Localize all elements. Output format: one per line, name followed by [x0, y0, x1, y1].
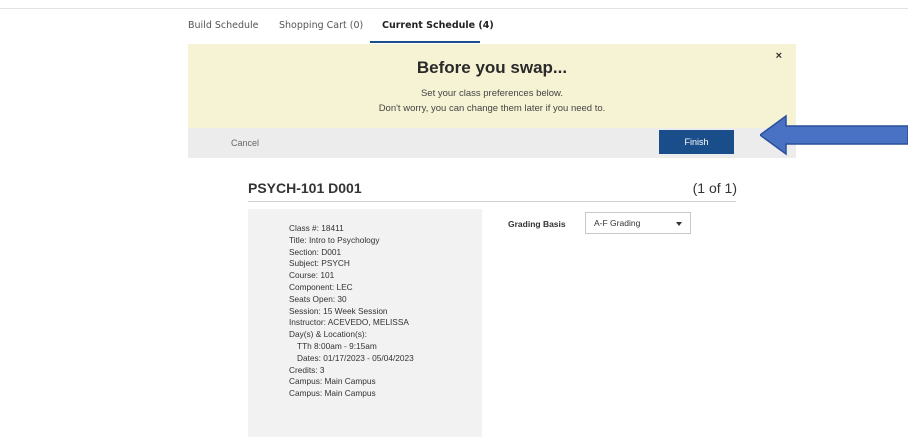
- detail-instructor: Instructor: ACEVEDO, MELISSA: [289, 317, 409, 328]
- detail-meeting-time: TTh 8:00am - 9:15am: [297, 340, 377, 351]
- detail-seats-open: Seats Open: 30: [289, 293, 347, 304]
- detail-subject: Subject: PSYCH: [289, 258, 350, 269]
- tab-shopping-cart[interactable]: Shopping Cart (0): [279, 20, 363, 31]
- grading-basis-select[interactable]: A-F Grading: [585, 212, 691, 234]
- swap-preferences-panel: × Before you swap... Set your class pref…: [188, 44, 796, 158]
- swap-banner: × Before you swap... Set your class pref…: [188, 44, 796, 128]
- course-divider: [248, 201, 736, 202]
- detail-days-locations-label: Day(s) & Location(s):: [289, 329, 367, 340]
- detail-component: Component: LEC: [289, 281, 353, 292]
- active-tab-indicator: [370, 41, 480, 43]
- grading-basis-label: Grading Basis: [508, 219, 566, 229]
- class-details-card: Class #: 18411 Title: Intro to Psycholog…: [248, 209, 482, 437]
- banner-title: Before you swap...: [416, 58, 568, 77]
- chevron-down-icon: [676, 222, 682, 226]
- grading-basis-value: A-F Grading: [594, 218, 641, 228]
- detail-campus: Campus: Main Campus: [289, 376, 376, 387]
- banner-note: Don't worry, you can change them later i…: [378, 103, 606, 114]
- detail-course: Course: 101: [289, 270, 335, 281]
- course-counter: (1 of 1): [692, 180, 737, 196]
- annotation-arrow-icon: [760, 114, 908, 156]
- tab-current-schedule[interactable]: Current Schedule (4): [382, 20, 494, 31]
- cancel-button[interactable]: Cancel: [231, 138, 259, 148]
- detail-title: Title: Intro to Psychology: [289, 234, 380, 245]
- course-title: PSYCH-101 D001: [248, 180, 362, 196]
- detail-dates: Dates: 01/17/2023 - 05/04/2023: [297, 352, 414, 363]
- detail-campus-repeat: Campus: Main Campus: [289, 388, 376, 399]
- finish-button[interactable]: Finish: [659, 130, 734, 154]
- class-details-list: Class #: 18411 Title: Intro to Psycholog…: [289, 223, 414, 400]
- detail-credits: Credits: 3: [289, 364, 325, 375]
- top-divider: [0, 8, 908, 9]
- detail-section: Section: D001: [289, 246, 342, 257]
- detail-session: Session: 15 Week Session: [289, 305, 388, 316]
- detail-class-number: Class #: 18411: [289, 223, 344, 233]
- banner-subtitle: Set your class preferences below.: [420, 88, 564, 99]
- tab-build-schedule[interactable]: Build Schedule: [188, 20, 259, 31]
